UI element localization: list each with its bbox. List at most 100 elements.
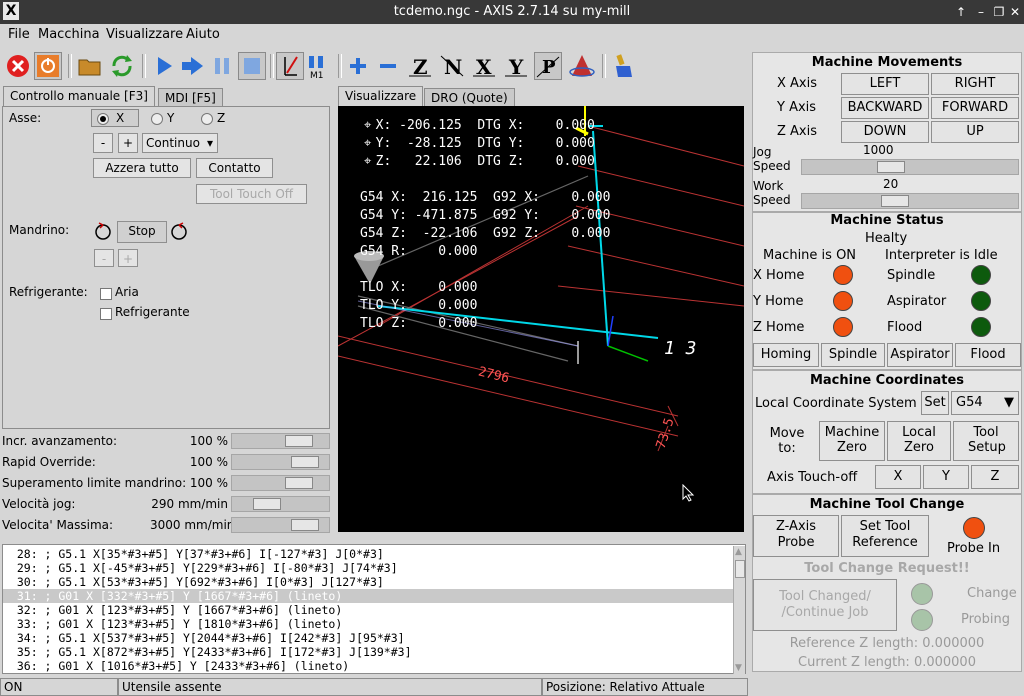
pause-icon[interactable] <box>208 52 236 80</box>
override-slider[interactable] <box>231 517 330 533</box>
jog-mode-select[interactable]: Continuo ▾ <box>142 133 218 153</box>
arrow-up-icon[interactable]: ↑ <box>952 3 970 21</box>
spindle-faster-button[interactable]: + <box>118 249 138 267</box>
zoom-out-icon[interactable] <box>374 52 402 80</box>
tool-touch-off-button[interactable]: Tool Touch Off <box>196 184 307 204</box>
gcode-line[interactable]: 34: ; G5.1 X[537*#3+#5] Y[2044*#3+#6] I[… <box>3 631 735 645</box>
gcode-scrollbar[interactable]: ▲ ▼ <box>733 546 745 674</box>
estop-icon[interactable] <box>4 52 32 80</box>
flood-button[interactable]: Flood <box>955 343 1021 367</box>
lcs-select[interactable]: G54 ▼ <box>951 391 1019 415</box>
preview-canvas[interactable]: X: -206.125 DTG X: 0.000 ⌖ Y: -28.125 DTG… <box>338 106 744 532</box>
tool-changed-continue-button[interactable]: Tool Changed/ /Continue Job <box>753 579 897 631</box>
jog-speed-knob[interactable] <box>877 161 905 173</box>
stop-icon[interactable] <box>238 52 266 80</box>
menu-help[interactable]: Aiuto <box>186 27 220 42</box>
axis-x-radio[interactable] <box>97 113 109 125</box>
power-icon[interactable] <box>34 52 62 80</box>
override-slider[interactable] <box>231 454 330 470</box>
z-axis-probe-button[interactable]: Z-Axis Probe <box>753 515 839 557</box>
menu-file[interactable]: File <box>8 27 30 42</box>
tool-setup-button[interactable]: Tool Setup <box>953 421 1019 461</box>
override-slider-knob[interactable] <box>285 435 313 447</box>
aspirator-button[interactable]: Aspirator <box>887 343 953 367</box>
view-perspective-icon[interactable]: P <box>534 52 562 80</box>
gcode-line[interactable]: 32: ; G01 X [123*#3+#5] Y [1667*#3+#6] (… <box>3 603 735 617</box>
override-slider[interactable] <box>231 433 330 449</box>
override-slider-knob[interactable] <box>291 456 319 468</box>
axis-y-radio[interactable] <box>151 113 163 125</box>
set-lcs-button[interactable]: Set <box>921 391 949 415</box>
touch-off-x-button[interactable]: X <box>875 465 921 489</box>
override-slider-knob[interactable] <box>253 498 281 510</box>
view-z-icon[interactable]: Z <box>406 52 434 80</box>
gcode-line[interactable]: 28: ; G5.1 X[35*#3+#5] Y[37*#3+#6] I[-12… <box>3 547 735 561</box>
clear-plot-icon[interactable] <box>610 52 638 80</box>
gcode-line[interactable]: 30: ; G5.1 X[53*#3+#5] Y[692*#3+#6] I[0*… <box>3 575 735 589</box>
zero-all-button[interactable]: Azzera tutto <box>93 158 191 178</box>
touch-off-button[interactable]: Contatto <box>196 158 273 178</box>
jog-plus-button[interactable]: + <box>118 133 138 153</box>
jog-minus-button[interactable]: - <box>93 133 113 153</box>
jog-negative-button[interactable]: BACKWARD <box>841 97 929 119</box>
axis-row-label: Y Axis <box>777 100 817 115</box>
run-icon[interactable] <box>150 52 178 80</box>
jog-positive-button[interactable]: UP <box>931 121 1019 143</box>
axis-x-radio-box[interactable]: X <box>91 109 139 127</box>
gcode-line[interactable]: 31: ; G01 X [332*#3+#5] Y [1667*#3+#6] (… <box>3 589 735 603</box>
spindle-stop-button[interactable]: Stop <box>117 221 167 243</box>
set-tool-reference-button[interactable]: Set Tool Reference <box>841 515 929 557</box>
gcode-line[interactable]: 33: ; G01 X [123*#3+#5] Y [1810*#3+#6] (… <box>3 617 735 631</box>
mist-checkbox[interactable] <box>100 288 112 300</box>
work-speed-knob[interactable] <box>881 195 909 207</box>
tab-mdi[interactable]: MDI [F5] <box>158 88 223 108</box>
menu-machine[interactable]: Macchina <box>38 27 100 42</box>
override-slider-knob[interactable] <box>291 519 319 531</box>
tab-dro[interactable]: DRO (Quote) <box>424 88 515 108</box>
machine-zero-button[interactable]: Machine Zero <box>819 421 885 461</box>
optional-stop-icon[interactable]: M1 <box>304 52 332 81</box>
override-slider[interactable] <box>231 475 330 491</box>
override-slider[interactable] <box>231 496 330 512</box>
rotate-view-icon[interactable] <box>568 52 596 80</box>
view-z2-icon[interactable]: N <box>438 52 466 80</box>
flood-checkbox[interactable] <box>100 308 112 320</box>
gcode-line[interactable]: 29: ; G5.1 X[-45*#3+#5] Y[229*#3+#6] I[-… <box>3 561 735 575</box>
axis-z-radio[interactable] <box>201 113 213 125</box>
step-icon[interactable] <box>178 52 206 80</box>
gcode-listing[interactable]: 28: ; G5.1 X[35*#3+#5] Y[37*#3+#6] I[-12… <box>2 544 746 674</box>
view-x-icon[interactable]: X <box>470 52 498 80</box>
touch-off-y-button[interactable]: Y <box>923 465 969 489</box>
jog-negative-button[interactable]: LEFT <box>841 73 929 95</box>
scroll-thumb[interactable] <box>735 560 745 578</box>
dro-line: TLO Y: 0.000 <box>360 298 478 313</box>
block-delete-icon[interactable] <box>276 52 304 80</box>
spindle-ccw-icon[interactable] <box>93 222 113 242</box>
zoom-in-icon[interactable] <box>344 52 372 80</box>
jog-negative-button[interactable]: DOWN <box>841 121 929 143</box>
gcode-line[interactable]: 36: ; G01 X [1016*#3+#5] Y [2433*#3+#6] … <box>3 659 735 673</box>
spindle-cw-icon[interactable] <box>169 222 189 242</box>
jog-positive-button[interactable]: RIGHT <box>931 73 1019 95</box>
jog-speed-slider[interactable] <box>801 159 1019 175</box>
jog-positive-button[interactable]: FORWARD <box>931 97 1019 119</box>
homing-button[interactable]: Homing <box>753 343 819 367</box>
spindle-button[interactable]: Spindle <box>821 343 885 367</box>
close-icon[interactable]: ✕ <box>1006 3 1024 21</box>
touch-off-z-button[interactable]: Z <box>971 465 1019 489</box>
spindle-slower-button[interactable]: - <box>94 249 114 267</box>
gcode-line[interactable]: 35: ; G5.1 X[872*#3+#5] Y[2433*#3+#6] I[… <box>3 645 735 659</box>
open-folder-icon[interactable] <box>76 52 104 80</box>
minimize-icon[interactable]: – <box>972 3 990 21</box>
view-y-icon[interactable]: Y <box>502 52 530 80</box>
menu-view[interactable]: Visualizzare <box>106 27 183 42</box>
scroll-down-icon[interactable]: ▼ <box>735 663 742 673</box>
toolbar-separator <box>270 54 274 78</box>
override-slider-knob[interactable] <box>285 477 313 489</box>
scroll-up-icon[interactable]: ▲ <box>735 547 742 557</box>
local-zero-button[interactable]: Local Zero <box>887 421 951 461</box>
work-speed-slider[interactable] <box>801 193 1019 209</box>
tab-preview[interactable]: Visualizzare <box>338 86 424 108</box>
reload-icon[interactable] <box>108 52 136 80</box>
tab-manual-control[interactable]: Controllo manuale [F3] <box>3 86 155 108</box>
